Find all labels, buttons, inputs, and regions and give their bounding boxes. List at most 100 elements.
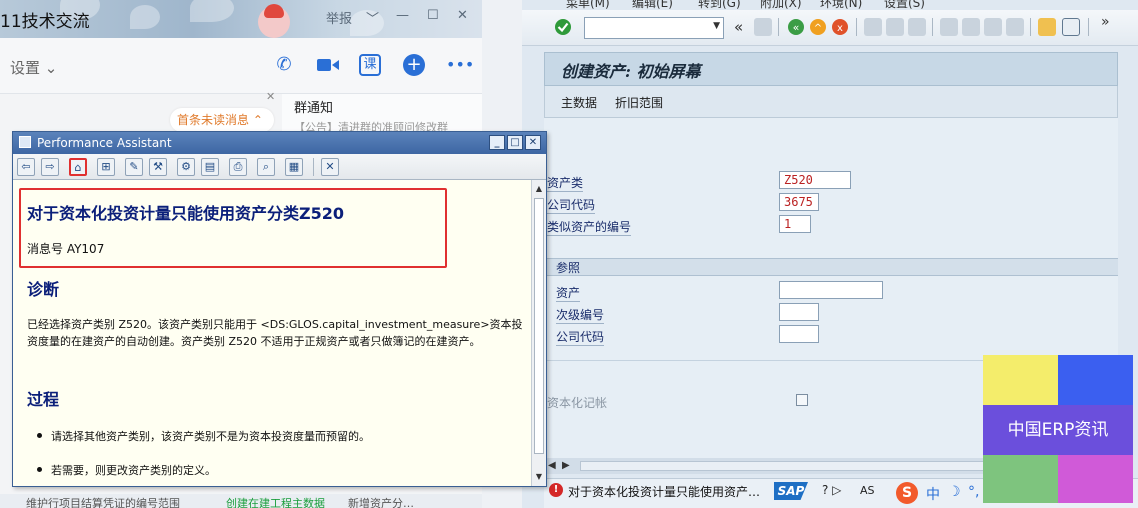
find-icon[interactable]: ⌕ (257, 158, 275, 176)
reference-group-header: 参照 (544, 258, 1118, 276)
double-chevron-left-icon[interactable]: « (734, 18, 743, 36)
close-icon[interactable]: ✕ (266, 90, 275, 103)
menu-item[interactable]: 菜单(M) (566, 0, 610, 10)
settings-icon[interactable]: ⚙ (177, 158, 195, 176)
diagnosis-heading: 诊断 (27, 280, 60, 299)
save-icon[interactable] (754, 18, 772, 36)
pa-document: 对于资本化投资计量只能使用资产分类Z520 消息号 AY107 诊断 已经选择资… (13, 180, 531, 486)
exit-icon[interactable]: ^ (809, 18, 827, 36)
screen-title: 创建资产: 初始屏幕 (544, 52, 1118, 86)
technical-info-icon[interactable]: ⌂ (69, 158, 87, 176)
menu-item[interactable]: 设置(S) (884, 0, 925, 10)
company-code-input[interactable]: 3675 (779, 193, 819, 211)
system-info[interactable]: AS (860, 484, 875, 497)
divider (1030, 18, 1031, 36)
tab-item[interactable]: 新增资产分… (348, 495, 414, 508)
reference-asset-input[interactable] (779, 281, 883, 299)
pa-titlebar[interactable]: Performance Assistant _ □ ✕ (13, 132, 546, 154)
watermark-tile (1058, 455, 1133, 503)
maximize-button[interactable]: ☐ (427, 8, 439, 23)
pa-title: Performance Assistant (37, 136, 172, 150)
master-data-button[interactable]: 主数据 (561, 94, 597, 111)
close-button[interactable]: ✕ (457, 8, 468, 23)
scrollbar-track[interactable] (580, 461, 1000, 471)
video-icon[interactable] (315, 52, 341, 78)
add-icon[interactable]: + (403, 54, 425, 76)
asset-class-input[interactable]: Z520 (779, 171, 851, 189)
arrow-left-icon[interactable]: ⇦ (17, 158, 35, 176)
watermark-tile (983, 355, 1058, 405)
reference-subnumber-input[interactable] (779, 303, 819, 321)
previous-page-icon[interactable] (962, 18, 980, 36)
maximize-button[interactable]: □ (507, 135, 523, 150)
similar-assets-input[interactable]: 1 (779, 215, 811, 233)
menu-item[interactable]: 转到(G) (698, 0, 741, 10)
reference-asset-label: 资产 (556, 286, 581, 302)
report-button[interactable]: 举报 (326, 8, 352, 27)
ime-logo[interactable]: S (896, 482, 918, 504)
svg-text:^: ^ (814, 23, 822, 34)
help-icon[interactable]: ? ▷ (822, 483, 841, 497)
chevron-down-icon[interactable]: ﹀ (366, 8, 379, 27)
more-icon[interactable]: ••• (446, 52, 474, 78)
punctuation-icon[interactable]: °, (968, 484, 979, 500)
capitalization-label: 资本化记帐 (547, 396, 608, 410)
first-page-icon[interactable] (940, 18, 958, 36)
create-session-icon[interactable] (1038, 18, 1056, 36)
moon-icon[interactable]: ☽ (948, 484, 961, 500)
minimize-button[interactable]: — (396, 8, 409, 23)
close-button[interactable]: ✕ (525, 135, 541, 150)
arrow-right-icon[interactable]: ⇨ (41, 158, 59, 176)
depreciation-areas-button[interactable]: 折旧范围 (615, 94, 663, 111)
back-icon[interactable]: « (787, 18, 805, 36)
ime-language[interactable]: 中 (926, 484, 940, 504)
phone-icon[interactable]: ✆ (271, 52, 297, 78)
reference-company-code-input[interactable] (779, 325, 819, 343)
sap-logo: SAP (774, 482, 808, 500)
find-icon[interactable] (886, 18, 904, 36)
bookmark-icon[interactable]: ▤ (201, 158, 219, 176)
vertical-scrollbar[interactable]: ▲ ▼ (531, 180, 546, 486)
document-icon[interactable]: ▦ (285, 158, 303, 176)
cancel-icon[interactable]: x (831, 18, 849, 36)
next-page-icon[interactable] (984, 18, 1002, 36)
scroll-left-icon[interactable]: ◀ (548, 460, 556, 471)
status-message[interactable]: 对于资本化投资计量只能使用资产… (568, 483, 760, 500)
message-number: 消息号 AY107 (27, 242, 105, 256)
minimize-button[interactable]: _ (489, 135, 505, 150)
menu-item[interactable]: 环境(N) (820, 0, 862, 10)
scroll-up-icon[interactable]: ▲ (533, 182, 545, 196)
scroll-down-icon[interactable]: ▼ (533, 470, 545, 484)
scrollbar-thumb[interactable] (534, 198, 544, 454)
print-icon[interactable] (864, 18, 882, 36)
notice-title: 群通知 (294, 101, 334, 116)
last-page-icon[interactable] (1006, 18, 1024, 36)
reference-company-code-label: 公司代码 (556, 330, 605, 346)
find-next-icon[interactable] (908, 18, 926, 36)
hierarchy-icon[interactable]: ⊞ (97, 158, 115, 176)
close-icon[interactable]: ✕ (321, 158, 339, 176)
menu-item[interactable]: 编辑(E) (632, 0, 673, 10)
command-field[interactable] (584, 17, 724, 39)
unread-jump-button[interactable]: 首条未读消息 ⌃ (170, 108, 274, 132)
enter-check-icon[interactable] (554, 18, 572, 36)
message-heading: 对于资本化投资计量只能使用资产分类Z520 (27, 204, 345, 223)
divider (778, 18, 779, 36)
tab-item[interactable]: 创建在建工程主数据 (226, 495, 325, 508)
sap-menubar: 菜单(M) 编辑(E) 转到(G) 附加(X) 环境(N) 设置(S) (522, 0, 1138, 10)
tools-icon[interactable]: ⚒ (149, 158, 167, 176)
expand-toolbar-icon[interactable]: » (1101, 14, 1110, 30)
menu-item[interactable]: 附加(X) (760, 0, 802, 10)
performance-assistant-window: Performance Assistant _ □ ✕ ⇦ ⇨ ⌂ ⊞ ✎ ⚒ … (12, 131, 547, 487)
divider (313, 158, 314, 176)
group-avatar[interactable] (258, 4, 290, 38)
class-icon[interactable]: 课 (359, 54, 381, 76)
tab-item[interactable]: 维护行项目结算凭证的编号范围 (26, 495, 180, 508)
chat-tabs: 维护行项目结算凭证的编号范围 创建在建工程主数据 新增资产分… (0, 494, 482, 508)
capitalization-checkbox[interactable] (796, 394, 808, 406)
print-icon[interactable]: ⎙ (229, 158, 247, 176)
settings-dropdown[interactable]: 设置 ⌄ (10, 57, 57, 78)
edit-icon[interactable]: ✎ (125, 158, 143, 176)
scroll-right-icon[interactable]: ▶ (562, 460, 570, 471)
shortcut-icon[interactable] (1062, 18, 1080, 36)
